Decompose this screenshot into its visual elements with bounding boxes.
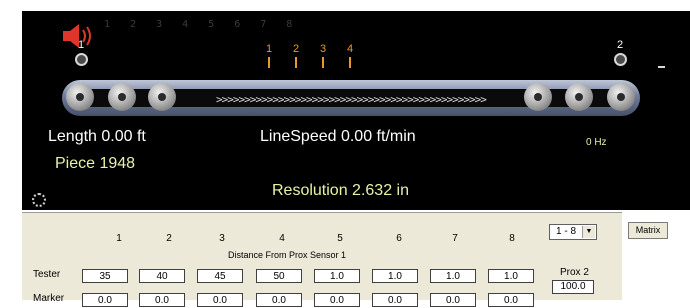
range-select-value: 1 - 8 [556,226,577,237]
matrix-button[interactable]: Matrix [628,222,668,239]
tester-row-label: Tester [33,269,61,280]
sensor-icon [613,53,627,66]
column-header-1: 1 [116,233,122,244]
top-channel-numbers: 1 2 3 4 5 6 7 8 [104,19,300,30]
roller-icon [565,83,593,111]
marker-1: 1 [264,43,274,68]
sensor-icon [74,53,88,66]
piece-readout: Piece 1948 [55,155,136,172]
marker-input-8[interactable]: 0.0 [488,293,534,307]
tester-input-7[interactable]: 1.0 [430,269,476,283]
roller-icon [607,83,635,111]
roller-icon [108,83,136,111]
linespeed-readout: LineSpeed 0.00 ft/min [260,128,416,145]
prox2-input[interactable]: 100.0 [552,280,594,294]
column-header-2: 2 [166,233,172,244]
marker-input-2[interactable]: 0.0 [139,293,185,307]
frequency-readout: 0 Hz [586,137,607,148]
marker-bar [322,57,324,68]
direction-arrows: >>>>>>>>>>>>>>>>>>>>>>>>>>>>>>>>>>>>>>>>… [216,93,487,106]
prox-sensor-1-label: 1 [77,39,85,51]
column-header-3: 3 [219,233,225,244]
roller-icon [524,83,552,111]
marker-input-1[interactable]: 0.0 [82,293,128,307]
column-header-5: 5 [337,233,343,244]
chevron-down-icon[interactable]: ▼ [582,226,595,238]
marker-input-3[interactable]: 0.0 [197,293,243,307]
marker-2: 2 [291,43,301,68]
length-readout: Length 0.00 ft [48,128,146,145]
marker-input-5[interactable]: 0.0 [314,293,360,307]
tester-input-1[interactable]: 35 [82,269,128,283]
marker-4: 4 [345,43,355,68]
marker-2-label: 2 [292,43,300,55]
prox-sensor-2-label: 2 [616,39,624,51]
conveyor-belt: >>>>>>>>>>>>>>>>>>>>>>>>>>>>>>>>>>>>>>>>… [62,80,640,116]
marker-bar [349,57,351,68]
sensor-dash [658,66,665,68]
tester-input-8[interactable]: 1.0 [488,269,534,283]
roller-icon [66,83,94,111]
marker-bar [295,57,297,68]
distance-caption: Distance From Prox Sensor 1 [228,250,347,260]
marker-1-label: 1 [265,43,273,55]
marker-4-label: 4 [346,43,354,55]
roller-icon [148,83,176,111]
app-window: 1 2 3 4 5 6 7 8 1 2 1 2 3 4 >>>>>>>>>>>>… [0,0,690,307]
tester-input-4[interactable]: 50 [256,269,302,283]
prox-sensor-1: 1 [73,39,89,66]
tester-input-5[interactable]: 1.0 [314,269,360,283]
column-header-8: 8 [509,233,515,244]
marker-3: 3 [318,43,328,68]
marker-3-label: 3 [319,43,327,55]
tester-input-6[interactable]: 1.0 [372,269,418,283]
resolution-readout: Resolution 2.632 in [272,182,409,199]
tester-input-2[interactable]: 40 [139,269,185,283]
prox-sensor-2: 2 [612,39,628,66]
column-header-6: 6 [396,233,402,244]
range-select[interactable]: 1 - 8 ▼ [549,224,597,240]
column-header-4: 4 [279,233,285,244]
marker-input-4[interactable]: 0.0 [256,293,302,307]
settings-gear-icon[interactable] [32,193,46,207]
marker-input-7[interactable]: 0.0 [430,293,476,307]
marker-input-6[interactable]: 0.0 [372,293,418,307]
column-header-7: 7 [452,233,458,244]
tester-input-3[interactable]: 45 [197,269,243,283]
marker-bar [268,57,270,68]
prox2-label: Prox 2 [560,267,589,278]
